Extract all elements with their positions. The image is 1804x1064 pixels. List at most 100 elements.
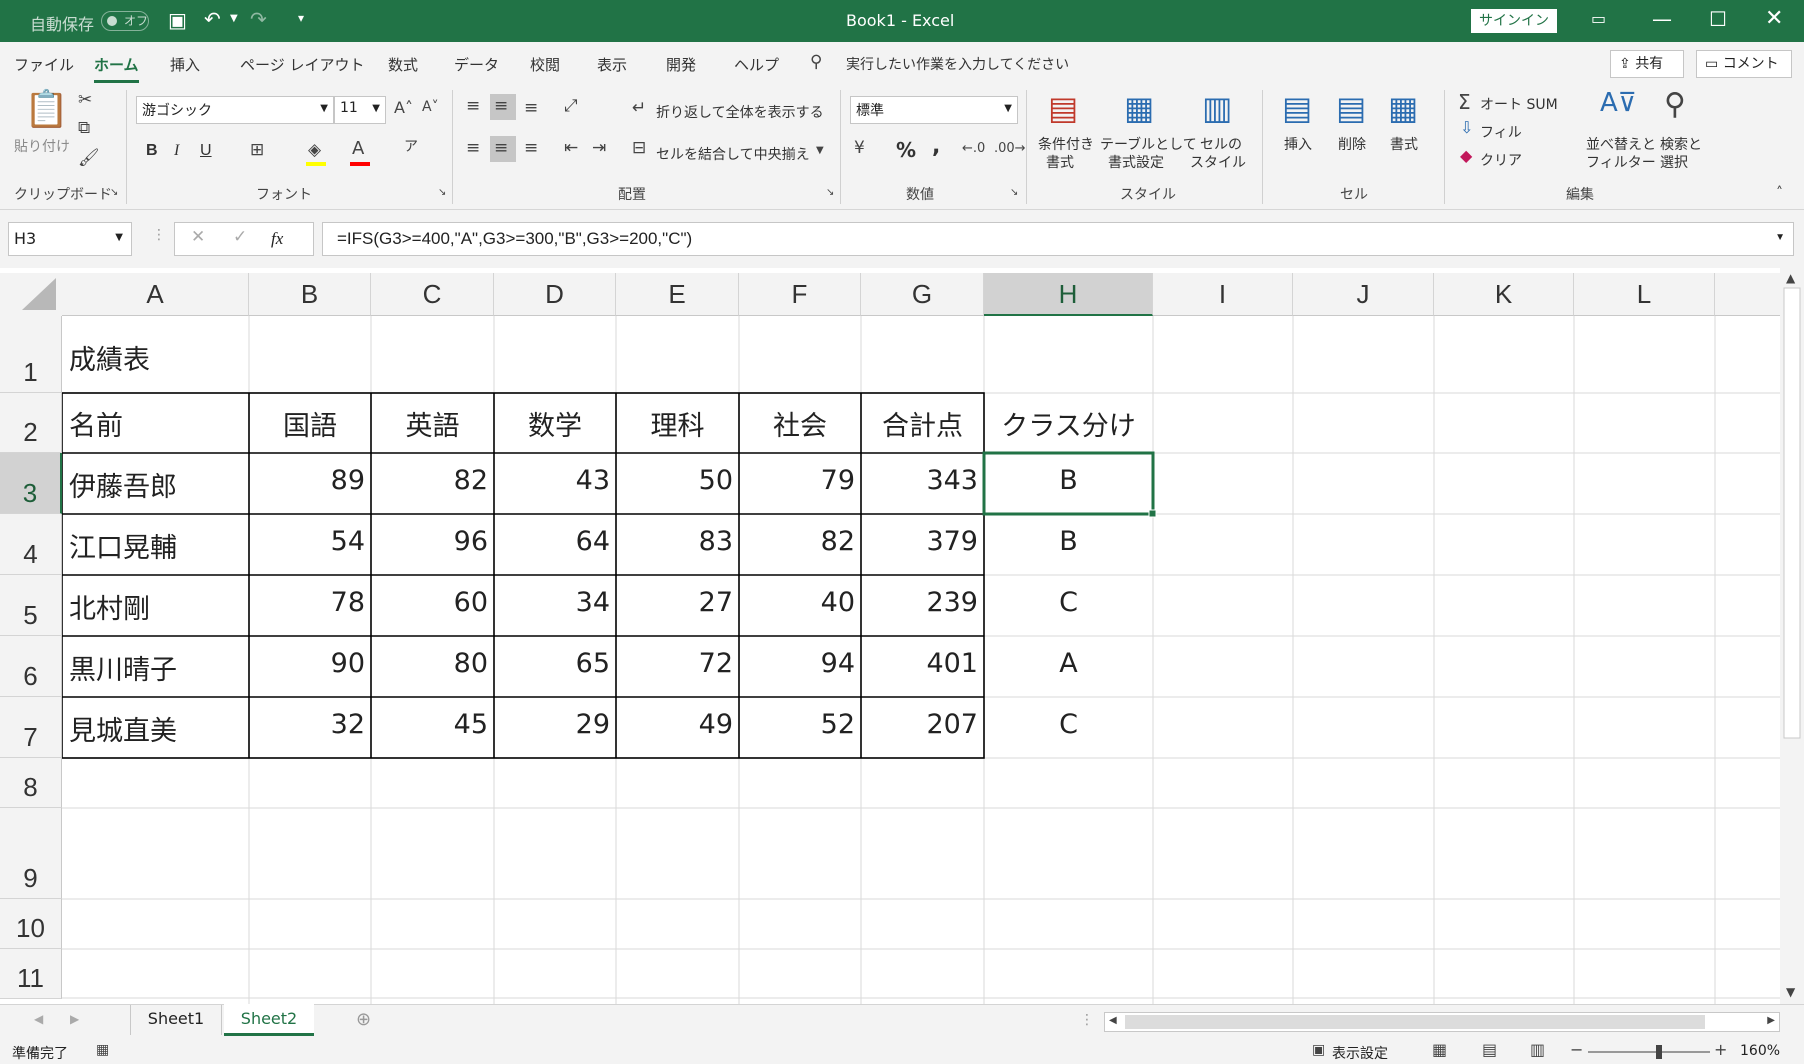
paste-label[interactable]: 貼り付け [14, 136, 70, 156]
chevron-down-icon[interactable]: ▼ [816, 146, 824, 156]
enter-icon[interactable]: ✓ [233, 229, 247, 246]
score-cell[interactable]: 78 [249, 587, 365, 618]
fill-button[interactable]: フィル [1480, 122, 1522, 142]
page-layout-view-icon[interactable]: ▤ [1482, 1042, 1497, 1058]
row-header[interactable]: 9 [0, 808, 62, 899]
ribbon-display-options-icon[interactable]: ▭ [1591, 11, 1606, 27]
add-sheet-icon[interactable]: ⊕ [356, 1011, 371, 1029]
font-color-icon[interactable]: A [352, 140, 364, 158]
close-icon[interactable]: ✕ [1765, 8, 1783, 30]
score-cell[interactable]: 29 [494, 709, 610, 740]
number-format-select[interactable]: 標準 ▼ [850, 96, 1018, 124]
zoom-slider-thumb[interactable] [1656, 1045, 1662, 1059]
tell-me-input[interactable]: 実行したい作業を入力してください [846, 54, 1069, 74]
italic-button[interactable]: I [174, 142, 179, 160]
tab-help[interactable]: ヘルプ [734, 54, 779, 75]
increase-font-icon[interactable]: A˄ [394, 100, 413, 116]
tab-page-layout[interactable]: ページ レイアウト [240, 54, 364, 75]
total-cell[interactable]: 401 [861, 648, 978, 679]
horizontal-scroll-thumb[interactable] [1125, 1015, 1705, 1029]
score-cell[interactable]: 83 [616, 526, 733, 557]
copy-icon[interactable]: ⧉ [78, 120, 90, 137]
name-cell[interactable]: 伊藤吾郎 [69, 465, 177, 504]
row-header[interactable]: 1 [0, 316, 62, 393]
format-as-table-label-1[interactable]: テーブルとして [1100, 134, 1197, 154]
score-cell[interactable]: 50 [616, 465, 733, 496]
merge-center-icon[interactable]: ⊟ [632, 140, 646, 157]
merge-center-button[interactable]: セルを結合して中央揃え [656, 144, 810, 164]
column-header[interactable]: C [371, 273, 494, 316]
name-cell[interactable]: 黒川晴子 [69, 648, 177, 687]
conditional-formatting-label-1[interactable]: 条件付き [1038, 134, 1094, 154]
sort-filter-icon[interactable]: A⊽ [1600, 90, 1637, 116]
header-cell[interactable]: 数学 [494, 404, 616, 443]
zoom-level[interactable]: 160% [1740, 1043, 1780, 1059]
total-cell[interactable]: 239 [861, 587, 978, 618]
score-cell[interactable]: 72 [616, 648, 733, 679]
score-cell[interactable]: 27 [616, 587, 733, 618]
column-header[interactable]: E [616, 273, 739, 316]
header-cell[interactable]: 社会 [739, 404, 861, 443]
column-header[interactable]: K [1434, 273, 1574, 316]
total-cell[interactable]: 379 [861, 526, 978, 557]
sort-filter-label-2[interactable]: フィルター [1586, 152, 1656, 172]
align-left-icon[interactable]: ≡ [466, 140, 480, 157]
class-cell[interactable]: C [984, 587, 1153, 618]
header-cell[interactable]: 名前 [69, 404, 123, 443]
tab-insert[interactable]: 挿入 [170, 54, 200, 75]
align-center-icon[interactable]: ≡ [494, 140, 508, 157]
header-cell[interactable]: クラス分け [984, 404, 1153, 443]
comma-button[interactable]: , [932, 134, 940, 159]
sort-filter-label-1[interactable]: 並べ替えと [1586, 134, 1656, 154]
cell-styles-label-2[interactable]: スタイル [1190, 152, 1246, 172]
find-select-label-1[interactable]: 検索と [1660, 134, 1702, 154]
total-cell[interactable]: 207 [861, 709, 978, 740]
column-header[interactable]: G [861, 273, 984, 316]
cancel-icon[interactable]: ✕ [191, 229, 205, 246]
undo-icon[interactable]: ↶ [204, 9, 221, 29]
font-size-select[interactable]: 11 ▼ [334, 96, 386, 124]
sheet-title-cell[interactable]: 成績表 [69, 338, 150, 377]
delete-cells-button[interactable]: 削除 [1338, 134, 1366, 154]
undo-dropdown-icon[interactable]: ▼ [230, 14, 238, 24]
insert-cells-icon[interactable]: ▤ [1282, 92, 1312, 124]
tab-review[interactable]: 校閲 [530, 54, 560, 75]
row-header[interactable]: 2 [0, 393, 62, 453]
column-header[interactable]: J [1293, 273, 1434, 316]
format-as-table-label-2[interactable]: 書式設定 [1108, 152, 1164, 172]
column-header[interactable]: I [1153, 273, 1293, 316]
wrap-text-button[interactable]: 折り返して全体を表示する [656, 102, 824, 122]
class-cell[interactable]: B [984, 526, 1153, 557]
tab-data[interactable]: データ [454, 54, 499, 75]
score-cell[interactable]: 82 [739, 526, 855, 557]
class-cell[interactable]: C [984, 709, 1153, 740]
tab-developer[interactable]: 開発 [666, 54, 696, 75]
total-cell[interactable]: 343 [861, 465, 978, 496]
sheet-tab-sheet1[interactable]: Sheet1 [130, 1005, 222, 1035]
score-cell[interactable]: 80 [371, 648, 488, 679]
increase-indent-icon[interactable]: ⇥ [592, 140, 606, 157]
align-right-icon[interactable]: ≡ [524, 140, 538, 157]
format-cells-button[interactable]: 書式 [1390, 134, 1418, 154]
autosave-toggle[interactable]: オフ [101, 11, 149, 31]
fill-icon[interactable]: ⇩ [1460, 120, 1473, 136]
score-cell[interactable]: 90 [249, 648, 365, 679]
scroll-right-icon[interactable]: ▶ [1767, 1016, 1775, 1026]
class-cell[interactable]: A [984, 648, 1153, 679]
row-header[interactable]: 11 [0, 949, 62, 999]
orientation-icon[interactable]: ⤢ [564, 98, 578, 115]
cut-icon[interactable]: ✂ [78, 92, 92, 109]
score-cell[interactable]: 40 [739, 587, 855, 618]
format-cells-icon[interactable]: ▦ [1388, 92, 1418, 124]
column-header[interactable]: B [249, 273, 371, 316]
scroll-up-icon[interactable]: ▲ [1786, 272, 1795, 284]
name-cell[interactable]: 見城直美 [69, 709, 177, 748]
conditional-formatting-icon[interactable]: ▤ [1048, 92, 1078, 124]
column-header[interactable]: F [739, 273, 861, 316]
find-select-label-2[interactable]: 選択 [1660, 152, 1688, 172]
score-cell[interactable]: 43 [494, 465, 610, 496]
scroll-left-icon[interactable]: ◀ [1109, 1016, 1117, 1026]
score-cell[interactable]: 49 [616, 709, 733, 740]
eraser-icon[interactable]: ◆ [1460, 148, 1472, 164]
minimize-icon[interactable]: — [1652, 9, 1672, 29]
